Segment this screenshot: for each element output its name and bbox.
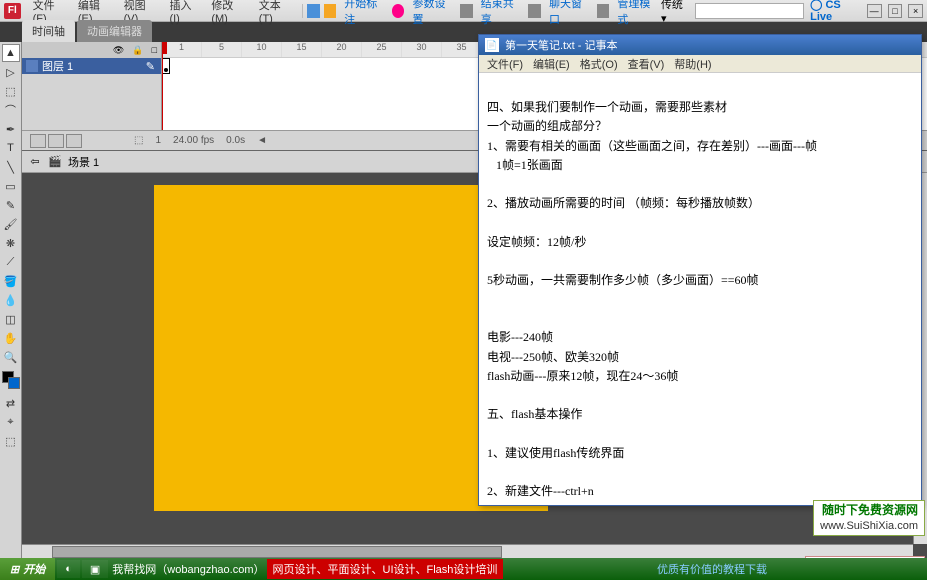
free-transform-tool-icon[interactable]: ⬚ <box>2 82 20 100</box>
stop-icon[interactable] <box>460 4 473 18</box>
delete-layer-button[interactable] <box>66 134 82 148</box>
layer-pencil-icon: ✎ <box>146 60 155 73</box>
scrollbar-thumb[interactable] <box>52 546 502 558</box>
notepad-title: 第一天笔记.txt - 记事本 <box>505 37 617 53</box>
np-menu-help[interactable]: 帮助(H) <box>670 56 715 72</box>
timeline-layers: 👁 🔒 □ 图层 1 ✎ <box>22 42 162 130</box>
scroll-left-icon[interactable]: ◄ <box>257 135 267 146</box>
annotation-toolbar: 开始标注 参数设置 结束共享 聊天窗口 管理模式 <box>307 0 661 27</box>
watermark-suishixia: 随时下免费资源网 www.SuiShiXia.com <box>813 500 925 536</box>
menu-text[interactable]: 文本(T) <box>253 0 298 25</box>
admin-mode-label[interactable]: 管理模式 <box>613 0 661 27</box>
np-menu-view[interactable]: 查看(V) <box>624 56 669 72</box>
notepad-icon: 📄 <box>485 38 499 52</box>
search-input[interactable] <box>695 3 804 19</box>
scene-name[interactable]: 场景 1 <box>68 154 99 170</box>
option-icon[interactable]: ⬚ <box>2 432 20 450</box>
np-menu-file[interactable]: 文件(F) <box>483 56 527 72</box>
keyframe[interactable] <box>162 58 170 74</box>
fps-display: 24.00 fps <box>173 135 214 146</box>
flash-logo-icon: Fl <box>4 3 21 19</box>
lock-icon[interactable]: 🔒 <box>132 45 143 56</box>
menu-modify[interactable]: 修改(M) <box>205 0 252 25</box>
selection-tool-icon[interactable]: ▲ <box>2 44 20 62</box>
minimize-button[interactable]: — <box>867 4 882 18</box>
quick-launch-icon[interactable]: ▣ <box>82 560 108 578</box>
start-button[interactable]: ⊞ 开始 <box>0 558 55 580</box>
layer-row[interactable]: 图层 1 ✎ <box>22 58 161 74</box>
brush-tool-icon[interactable]: 🖌 <box>2 215 20 233</box>
layout-dropdown[interactable]: 传统 ▾ <box>661 0 689 25</box>
settings-icon[interactable] <box>392 4 405 18</box>
np-menu-format[interactable]: 格式(O) <box>576 56 622 72</box>
param-settings-label[interactable]: 参数设置 <box>408 0 456 27</box>
time-display: 0.0s <box>226 135 245 146</box>
bone-tool-icon[interactable]: ⟋ <box>2 253 20 271</box>
layer-name: 图层 1 <box>42 58 73 74</box>
notepad-menubar: 文件(F) 编辑(E) 格式(O) 查看(V) 帮助(H) <box>479 55 921 73</box>
admin-icon[interactable] <box>597 4 610 18</box>
toolbox: ▲ ▷ ⬚ ⌒ ✒ T ╲ ▭ ✎ 🖌 ❋ ⟋ 🪣 💧 ◫ ✋ 🔍 ⇄ ⌖ ⬚ <box>0 42 22 558</box>
paint-bucket-tool-icon[interactable]: 🪣 <box>2 272 20 290</box>
horizontal-scrollbar[interactable] <box>22 544 913 558</box>
taskbar-right-text: 优质有价值的教程下载 <box>657 561 767 577</box>
notepad-body[interactable]: 四、如果我们要制作一个动画，需要那些素材 一个动画的组成部分？ 1、需要有相关的… <box>479 73 921 505</box>
back-icon[interactable]: ⇦ <box>28 155 42 169</box>
taskbar-site: 我帮找网（wobangzhao.com） <box>112 561 264 577</box>
tab-motion-editor[interactable]: 动画编辑器 <box>77 20 152 42</box>
current-frame: 1 <box>155 135 161 146</box>
tab-timeline[interactable]: 时间轴 <box>22 20 75 42</box>
swap-colors-icon[interactable]: ⇄ <box>2 394 20 412</box>
annotate-icon[interactable] <box>307 4 320 18</box>
notepad-window[interactable]: 📄 第一天笔记.txt - 记事本 文件(F) 编辑(E) 格式(O) 查看(V… <box>478 34 922 506</box>
outline-icon[interactable]: □ <box>152 45 157 55</box>
cs-live-button[interactable]: ◯ CS Live <box>810 0 861 23</box>
close-button[interactable]: × <box>908 4 923 18</box>
zoom-tool-icon[interactable]: 🔍 <box>2 348 20 366</box>
snap-icon[interactable]: ⌖ <box>2 413 20 431</box>
hand-tool-icon[interactable]: ✋ <box>2 329 20 347</box>
chat-window-label[interactable]: 聊天窗口 <box>545 0 593 27</box>
text-tool-icon[interactable]: T <box>2 139 20 157</box>
separator <box>302 4 303 18</box>
eraser-tool-icon[interactable]: ◫ <box>2 310 20 328</box>
taskbar-courses: 网页设计、平面设计、UI设计、Flash设计培训 <box>267 559 504 579</box>
new-folder-button[interactable] <box>48 134 64 148</box>
menu-insert[interactable]: 插入(I) <box>163 0 205 25</box>
color-swatches[interactable] <box>2 371 20 393</box>
quick-launch-icon[interactable]: ◐ <box>57 560 80 578</box>
start-annotate-label[interactable]: 开始标注 <box>340 0 388 27</box>
deco-tool-icon[interactable]: ❋ <box>2 234 20 252</box>
eye-icon[interactable]: 👁 <box>113 45 124 56</box>
chat-icon[interactable] <box>528 4 541 18</box>
onion-skin-icon[interactable]: ⬚ <box>134 135 143 146</box>
restore-button[interactable]: □ <box>888 4 903 18</box>
end-share-label[interactable]: 结束共享 <box>477 0 525 27</box>
subselection-tool-icon[interactable]: ▷ <box>2 63 20 81</box>
playhead[interactable] <box>162 42 163 130</box>
pen-tool-icon[interactable]: ✒ <box>2 120 20 138</box>
scene-icon: 🎬 <box>48 155 62 169</box>
np-menu-edit[interactable]: 编辑(E) <box>529 56 574 72</box>
app-menubar: Fl 文件(F) 编辑(E) 视图(V) 插入(I) 修改(M) 文本(T) 开… <box>0 0 927 22</box>
notepad-titlebar[interactable]: 📄 第一天笔记.txt - 记事本 <box>479 35 921 55</box>
new-layer-button[interactable] <box>30 134 46 148</box>
eyedropper-tool-icon[interactable]: 💧 <box>2 291 20 309</box>
pencil-icon[interactable] <box>324 4 337 18</box>
pencil-tool-icon[interactable]: ✎ <box>2 196 20 214</box>
windows-logo-icon: ⊞ <box>10 563 19 576</box>
windows-taskbar: ⊞ 开始 ◐ ▣ 我帮找网（wobangzhao.com） 网页设计、平面设计、… <box>0 558 927 580</box>
layer-header: 👁 🔒 □ <box>22 42 161 58</box>
layer-icon <box>26 60 38 72</box>
lasso-tool-icon[interactable]: ⌒ <box>2 101 20 119</box>
rectangle-tool-icon[interactable]: ▭ <box>2 177 20 195</box>
line-tool-icon[interactable]: ╲ <box>2 158 20 176</box>
